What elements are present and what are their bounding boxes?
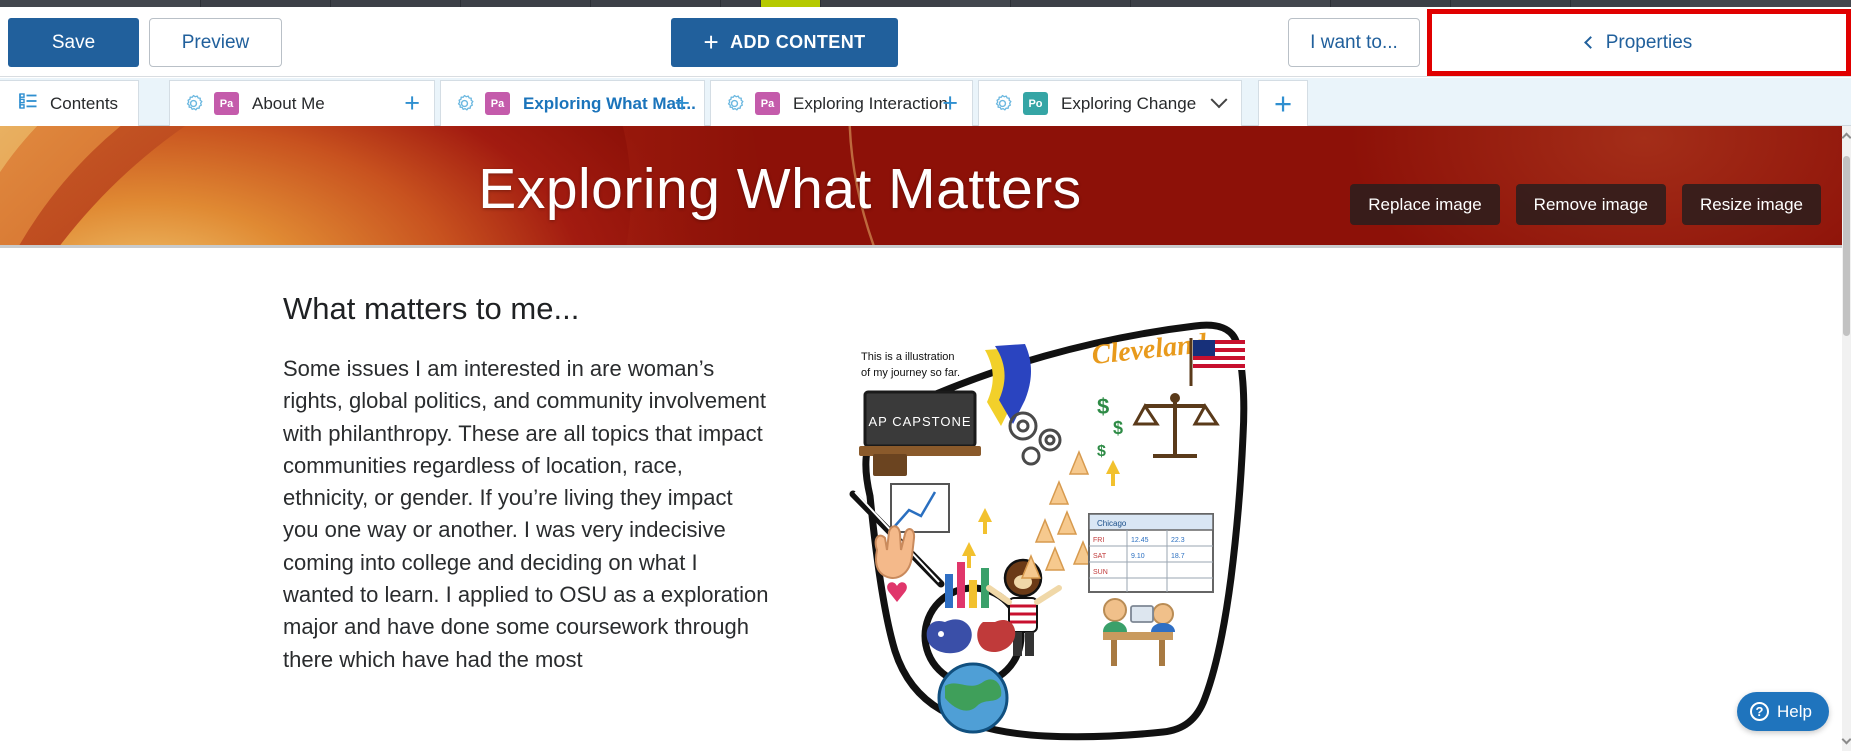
vertical-scrollbar[interactable] [1841,126,1851,751]
browser-tab-active[interactable] [760,0,820,7]
svg-text:SAT: SAT [1093,553,1107,560]
plus-icon[interactable]: + [674,90,690,117]
banner-image-actions: Replace image Remove image Resize image [1350,184,1821,225]
tab-exploring-interaction-label: Exploring Interaction [793,93,948,113]
browser-tab[interactable] [1450,0,1570,7]
add-content-label: ADD CONTENT [730,32,866,52]
svg-text:12.45: 12.45 [1131,537,1149,544]
save-button[interactable]: Save [8,18,139,67]
browser-tab[interactable] [1130,0,1250,7]
browser-tab[interactable] [200,0,330,7]
ohio-illustration-svg: AP CAPSTONE This is a illustration of my… [849,321,1248,741]
tab-type-chip: Pa [755,92,780,115]
tab-contents[interactable]: Contents [0,80,139,126]
app-root: Save Preview + ADD CONTENT I want to... … [0,0,1851,751]
tab-contents-label: Contents [50,93,119,113]
browser-tab[interactable] [460,0,590,7]
svg-text:AP CAPSTONE: AP CAPSTONE [869,414,972,429]
gear-icon[interactable] [184,94,203,113]
remove-image-button[interactable]: Remove image [1515,184,1666,225]
add-page-tab-button[interactable]: + [1258,80,1308,126]
plus-icon[interactable]: + [404,90,420,117]
resize-image-button[interactable]: Resize image [1682,184,1821,225]
browser-tab[interactable] [720,0,760,7]
gear-icon[interactable] [725,94,744,113]
svg-text:9.10: 9.10 [1131,553,1145,560]
tab-type-chip: Pa [485,92,510,115]
browser-tab-strip [0,0,1851,7]
preview-button[interactable]: Preview [149,18,282,67]
chevron-left-icon [1583,36,1597,49]
svg-text:Chicago: Chicago [1097,519,1127,528]
section-heading: What matters to me... [283,291,580,326]
add-content-button[interactable]: + ADD CONTENT [671,18,898,67]
plus-icon: + [1273,86,1293,121]
ohio-journey-collage: AP CAPSTONE This is a illustration of my… [845,306,1275,751]
tab-exploring-change[interactable]: Po Exploring Change [978,80,1242,126]
svg-text:$: $ [1097,443,1106,460]
browser-tab[interactable] [820,0,950,7]
i-want-to-button[interactable]: I want to... [1288,18,1420,67]
section-paragraph: Some issues I am interested in are woman… [283,356,769,672]
tab-exploring-what-matters[interactable]: Pa Exploring What Mat... + [440,80,705,126]
svg-text:22.3: 22.3 [1171,537,1185,544]
help-label: Help [1777,701,1812,721]
tab-exploring-interaction[interactable]: Pa Exploring Interaction + [710,80,973,126]
properties-label: Properties [1605,31,1693,53]
browser-tab[interactable] [1010,0,1130,7]
page-tab-bar: Contents Pa About Me + Pa Exploring What… [0,78,1851,126]
list-contents-icon [18,92,38,115]
toolbar: Save Preview + ADD CONTENT I want to... … [0,7,1851,77]
page-content: What matters to me... Some issues I am i… [0,251,1842,751]
properties-button[interactable]: Properties [1432,14,1846,71]
tab-type-chip: Pa [214,92,239,115]
browser-tab[interactable] [330,0,460,7]
gear-icon[interactable] [455,94,474,113]
tab-type-chip: Po [1023,92,1048,115]
browser-tab[interactable] [1570,0,1690,7]
browser-tab[interactable] [590,0,720,7]
plus-icon: + [703,26,720,57]
svg-text:$: $ [1113,418,1123,438]
tab-exploring-what-matters-label: Exploring What Mat... [523,93,696,113]
gear-icon[interactable] [993,94,1012,113]
browser-tab[interactable] [1330,0,1450,7]
properties-highlight-box: Properties [1427,9,1851,76]
text-column: What matters to me... Some issues I am i… [283,291,773,676]
svg-text:FRI: FRI [1093,537,1104,544]
svg-text:of my journey so far.: of my journey so far. [861,367,960,379]
plus-icon[interactable]: + [942,90,958,117]
replace-image-button[interactable]: Replace image [1350,184,1500,225]
svg-text:SUN: SUN [1093,569,1108,576]
help-button[interactable]: ? Help [1737,692,1829,731]
svg-text:$: $ [1097,394,1109,419]
question-mark-icon: ? [1750,702,1770,721]
scrollbar-thumb[interactable] [1843,156,1850,336]
scroll-down-arrow-icon[interactable] [1841,734,1851,745]
tab-exploring-change-label: Exploring Change [1061,93,1197,113]
tab-about-me-label: About Me [252,93,325,113]
scroll-up-arrow-icon[interactable] [1841,132,1851,143]
chevron-down-icon[interactable] [1210,90,1228,108]
svg-text:This is a illustration: This is a illustration [861,351,955,363]
svg-text:18.7: 18.7 [1171,553,1185,560]
tab-about-me[interactable]: Pa About Me + [169,80,435,126]
